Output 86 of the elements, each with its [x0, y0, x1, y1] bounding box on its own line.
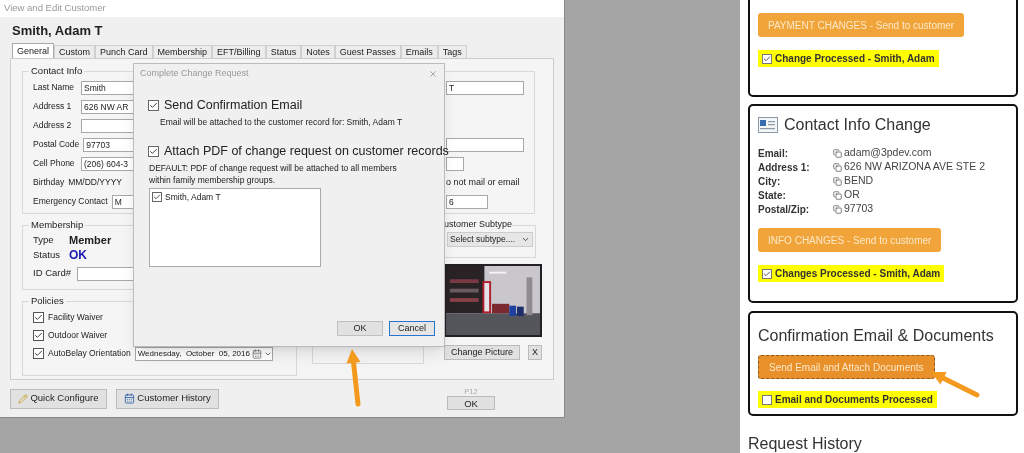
- copy-icon[interactable]: [833, 190, 842, 200]
- quick-configure-button[interactable]: Quick Configure: [10, 388, 107, 409]
- field-label: Cell Phone: [33, 157, 76, 171]
- customer-name: Smith, Adam T: [12, 21, 103, 40]
- checkbox[interactable]: [762, 394, 772, 405]
- copy-icon[interactable]: [833, 204, 842, 214]
- pointer-arrow: [931, 372, 980, 398]
- group-label: ustomer Subtype: [444, 218, 513, 232]
- card-title: Confirmation Email & Documents: [758, 326, 994, 346]
- field-value: adam@3pdev.com: [844, 145, 932, 161]
- field-value: 97703: [844, 201, 874, 217]
- field-label: Postal/Zip:: [758, 202, 811, 217]
- field-value: MM/DD/YYYY: [68, 176, 123, 190]
- dialog-button[interactable]: OK: [337, 321, 383, 336]
- option-label: Send Confirmation Email: [164, 97, 303, 114]
- checkbox-label: Changes Processed - Smith, Adam: [775, 267, 941, 281]
- field-label: State:: [758, 188, 787, 203]
- checkbox-label: AutoBelay Orientation: [48, 347, 131, 360]
- checkbox-label: Email and Documents Processed: [775, 393, 933, 407]
- field-label: Birthday: [33, 176, 65, 190]
- checkbox[interactable]: [148, 99, 159, 111]
- tab[interactable]: Tags: [437, 45, 467, 58]
- field-label: Postal Code: [33, 138, 80, 152]
- section-title: Request History: [748, 434, 863, 453]
- dialog-title: Complete Change Request: [140, 67, 249, 81]
- checkbox[interactable]: [152, 191, 162, 202]
- field-value: OR: [844, 187, 860, 203]
- checkbox-label: Change Processed - Smith, Adam: [775, 52, 935, 66]
- field-label: ID Card#: [33, 266, 71, 281]
- label: o not mail or email: [446, 176, 520, 189]
- group-label: Contact Info: [30, 64, 84, 78]
- tab[interactable]: Membership: [152, 45, 213, 58]
- customer-history-button[interactable]: Customer History: [116, 388, 219, 409]
- membership-status: OK: [69, 247, 87, 264]
- pencil-icon: [18, 393, 29, 404]
- checkbox-label: Outdoor Waiver: [48, 329, 108, 342]
- close-icon[interactable]: [428, 69, 438, 79]
- tab[interactable]: EFT/Billing: [212, 45, 266, 58]
- checkbox[interactable]: [148, 145, 159, 157]
- field-value: 626 NW ARIZONA AVE STE 2: [844, 159, 986, 175]
- member-name: Smith, Adam T: [165, 190, 221, 204]
- field-label: City:: [758, 174, 782, 189]
- field-label: Email:: [758, 146, 789, 161]
- tab[interactable]: Emails: [400, 45, 438, 58]
- copy-icon[interactable]: [833, 162, 842, 172]
- checkbox[interactable]: [33, 312, 44, 323]
- option-note: Email will be attached to the customer record for: Smith, Adam T: [160, 115, 404, 128]
- membership-type: Member: [69, 232, 112, 248]
- pointer-arrow: [346, 349, 361, 407]
- checkbox[interactable]: [762, 268, 772, 279]
- tab[interactable]: Punch Card: [95, 45, 153, 58]
- subtype-select[interactable]: Select subtype....: [447, 231, 533, 247]
- checkbox[interactable]: [762, 53, 772, 64]
- field-label: Address 1: [33, 100, 73, 114]
- input-field[interactable]: [446, 156, 464, 171]
- calendar-icon: [251, 348, 262, 359]
- input-field[interactable]: T: [446, 80, 524, 95]
- copy-icon[interactable]: [833, 176, 842, 186]
- window-title: View and Edit Customer: [4, 1, 106, 16]
- field-label: Last Name: [33, 81, 76, 95]
- tab[interactable]: Custom: [54, 45, 96, 58]
- copy-icon[interactable]: [833, 148, 842, 158]
- option-label: Attach PDF of change request on customer records: [164, 142, 449, 160]
- calendar-icon: [124, 393, 136, 404]
- field-label: Type: [33, 232, 55, 247]
- field-label: Address 1:: [758, 160, 811, 175]
- checkbox[interactable]: [33, 330, 44, 341]
- tab[interactable]: General: [12, 43, 55, 58]
- tab[interactable]: Guest Passes: [334, 45, 401, 58]
- field-label: Address 2: [33, 119, 73, 133]
- card-title: Contact Info Change: [784, 115, 931, 135]
- tab[interactable]: Status: [265, 45, 302, 58]
- checkbox[interactable]: [33, 348, 44, 359]
- ok-button[interactable]: OK: [447, 396, 495, 410]
- checkbox-label: Facility Waiver: [48, 311, 103, 324]
- field-value: BEND: [844, 173, 874, 189]
- change-picture-button[interactable]: Change Picture: [444, 345, 520, 361]
- clear-picture-button[interactable]: X: [528, 345, 542, 361]
- tab[interactable]: Notes: [301, 45, 335, 58]
- dialog-button[interactable]: Cancel: [389, 321, 435, 336]
- input-field[interactable]: 6: [446, 194, 488, 209]
- field-label: Emergency Contact: [33, 195, 108, 209]
- group-label: Policies: [30, 294, 65, 309]
- group-label: Membership: [30, 218, 85, 233]
- date-value: Wednesday, October 05, 2016: [137, 347, 250, 360]
- contact-card-icon: [758, 117, 778, 133]
